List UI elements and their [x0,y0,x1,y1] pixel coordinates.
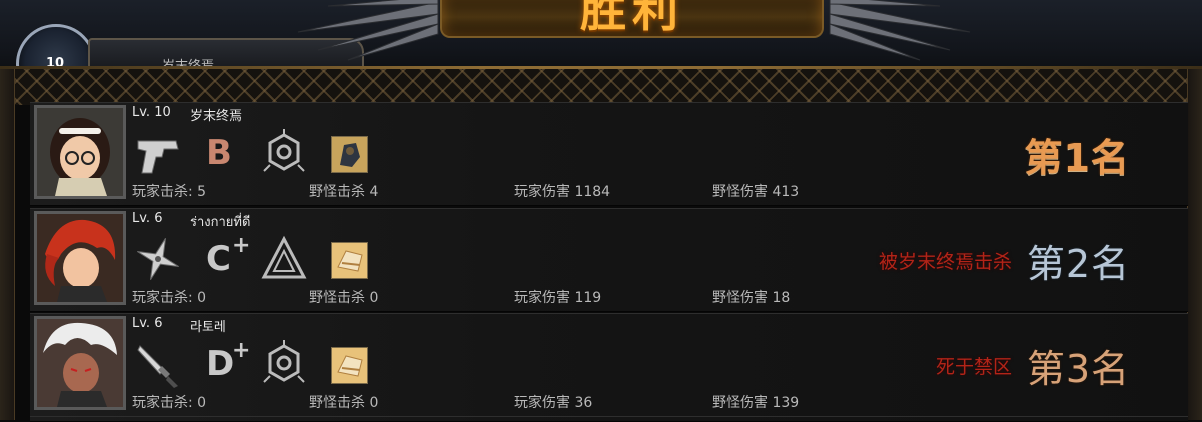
bread-item-icon [331,242,368,279]
monster-damage: 野怪伤害 413 [712,184,800,200]
result-row[interactable]: Lv. 6 ร่างกายที่ดี C + 玩家击杀: 0 野怪击杀 0 玩家… [30,208,1188,312]
result-row[interactable]: Lv. 10 岁末终焉 B 玩家击杀: 5 野怪击杀 4 玩家伤害 1184 野… [30,102,1188,206]
grade-badge: D + [200,338,251,388]
right-frame [1187,69,1202,420]
hexagon-emblem-icon [260,129,308,177]
rank-label: 第3名 [1026,347,1130,391]
pistol-icon [134,129,182,177]
monster-kills: 野怪击杀 0 [309,290,379,306]
monster-kills: 野怪击杀 0 [309,395,379,411]
grade-letter: D [206,344,235,384]
right-wing-ornament-icon [829,0,971,61]
shuriken-icon [134,235,182,283]
player-level: Lv. 6 [132,316,163,331]
player-name: 岁末终焉 [190,109,243,124]
rank-label: 第2名 [1026,242,1130,286]
player-kills: 玩家击杀: 5 [132,184,207,200]
left-frame [0,69,15,420]
top-scene: 10 岁末终焉 胜利 [0,0,1202,72]
grade-plus: + [232,233,251,258]
player-damage: 玩家伤害 36 [514,395,593,411]
grade-plus: + [232,338,251,363]
grade-letter: B [206,133,232,173]
monster-damage: 野怪伤害 18 [712,290,791,306]
victory-title: 胜利 [580,0,684,37]
rank-label: 第1名 [1024,136,1130,180]
player-level: Lv. 6 [132,211,163,226]
character-portrait [34,316,126,410]
result-row[interactable]: Lv. 6 라토레 D + 玩家击杀: 0 野怪击杀 0 玩家伤害 36 野怪伤… [30,313,1188,417]
grade-letter: C [206,239,231,279]
death-cause: 被岁末终焉击杀 [878,251,1012,273]
bread-item-icon [331,347,368,384]
left-wing-ornament-icon [297,0,439,61]
player-level: Lv. 10 [132,105,171,120]
player-damage: 玩家伤害 1184 [514,184,611,200]
player-name: 라토레 [190,320,226,335]
player-damage: 玩家伤害 119 [514,290,602,306]
armored-item-icon [331,136,368,173]
character-portrait [34,105,126,199]
triangle-emblem-icon [260,235,308,283]
player-kills: 玩家击杀: 0 [132,395,207,411]
lattice-border [0,69,1202,105]
monster-kills: 野怪击杀 4 [309,184,379,200]
grade-badge: C + [200,233,251,283]
character-portrait [34,211,126,305]
dagger-icon [134,340,182,388]
victory-banner: 胜利 [440,0,824,38]
result-row-partial [30,416,1188,422]
player-kills: 玩家击杀: 0 [132,290,207,306]
player-name: ร่างกายที่ดี [190,215,251,230]
death-cause: 死于禁区 [935,356,1012,378]
hexagon-emblem-icon [260,340,308,388]
monster-damage: 野怪伤害 139 [712,395,800,411]
grade-badge: B [200,129,248,177]
